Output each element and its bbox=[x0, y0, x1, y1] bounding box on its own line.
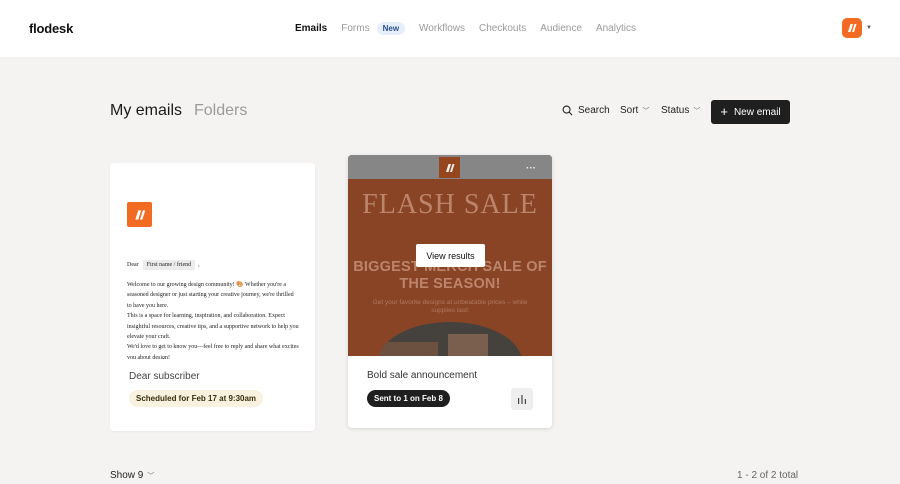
nav-forms[interactable]: Forms bbox=[341, 23, 369, 34]
new-email-button[interactable]: + New email bbox=[711, 100, 790, 124]
card-footer: Dear subscriber Scheduled for Feb 17 at … bbox=[110, 359, 315, 431]
page-size-label: Show 9 bbox=[110, 470, 144, 481]
email-body-preview: Welcome to our growing design community!… bbox=[127, 280, 299, 360]
search-button[interactable]: Search bbox=[562, 105, 610, 116]
body-paragraph: This is a space for learning, inspiratio… bbox=[127, 313, 299, 341]
brand-logo bbox=[127, 202, 152, 227]
pagination-total: 1 - 2 of 2 total bbox=[737, 470, 799, 481]
nav-audience[interactable]: Audience bbox=[540, 23, 582, 34]
nav-emails[interactable]: Emails bbox=[295, 23, 327, 34]
account-avatar[interactable] bbox=[842, 18, 862, 38]
chevron-down-icon: ﹀ bbox=[642, 107, 650, 115]
email-preview: ··· FLASH SALE BIGGEST MERCH SALE OF THE… bbox=[348, 155, 552, 356]
body-paragraph: Welcome to our growing design community!… bbox=[127, 282, 294, 309]
greeting-text: Dear bbox=[127, 262, 139, 268]
chevron-down-icon: ﹀ bbox=[147, 472, 155, 480]
greeting-comma: , bbox=[198, 262, 200, 268]
status-label: Status bbox=[661, 105, 690, 116]
status-badge: Sent to 1 on Feb 8 bbox=[367, 390, 450, 407]
new-badge: New bbox=[376, 22, 406, 35]
view-results-button[interactable]: View results bbox=[416, 244, 485, 267]
nav-workflows[interactable]: Workflows bbox=[419, 23, 465, 34]
bar-chart-icon bbox=[518, 395, 526, 404]
nav-analytics[interactable]: Analytics bbox=[596, 23, 636, 34]
sort-dropdown[interactable]: Sort ﹀ bbox=[620, 105, 649, 116]
email-card[interactable]: ··· FLASH SALE BIGGEST MERCH SALE OF THE… bbox=[348, 155, 552, 428]
analytics-button[interactable] bbox=[511, 388, 533, 410]
search-icon bbox=[562, 105, 573, 116]
brand-icon bbox=[848, 24, 857, 32]
email-greeting: Dear First name / friend , bbox=[127, 260, 200, 270]
search-label: Search bbox=[578, 105, 610, 116]
email-name[interactable]: Dear subscriber bbox=[129, 371, 200, 382]
body-paragraph: We'd love to get to know you—feel free t… bbox=[127, 344, 299, 360]
merge-tag: First name / friend bbox=[142, 260, 196, 270]
app-logo[interactable]: flodesk bbox=[29, 21, 73, 36]
email-name[interactable]: Bold sale announcement bbox=[367, 370, 477, 381]
folders-tab[interactable]: Folders bbox=[194, 102, 247, 120]
page-title: My emails bbox=[110, 102, 183, 119]
email-card[interactable]: Dear First name / friend , Welcome to ou… bbox=[110, 163, 315, 431]
chevron-down-icon: ﹀ bbox=[693, 107, 701, 115]
main-nav: Emails Forms New Workflows Checkouts Aud… bbox=[295, 22, 650, 35]
status-dropdown[interactable]: Status ﹀ bbox=[661, 105, 700, 116]
account-caret-icon[interactable]: ▼ bbox=[866, 25, 872, 31]
nav-checkouts[interactable]: Checkouts bbox=[479, 23, 526, 34]
status-badge: Scheduled for Feb 17 at 9:30am bbox=[129, 390, 264, 407]
plus-icon: + bbox=[720, 104, 728, 119]
brand-icon bbox=[134, 209, 145, 220]
top-navigation-bar: flodesk Emails Forms New Workflows Check… bbox=[0, 0, 900, 57]
sort-label: Sort bbox=[620, 105, 639, 116]
new-email-label: New email bbox=[733, 106, 781, 118]
page-size-dropdown[interactable]: Show 9 ﹀ bbox=[110, 470, 154, 481]
